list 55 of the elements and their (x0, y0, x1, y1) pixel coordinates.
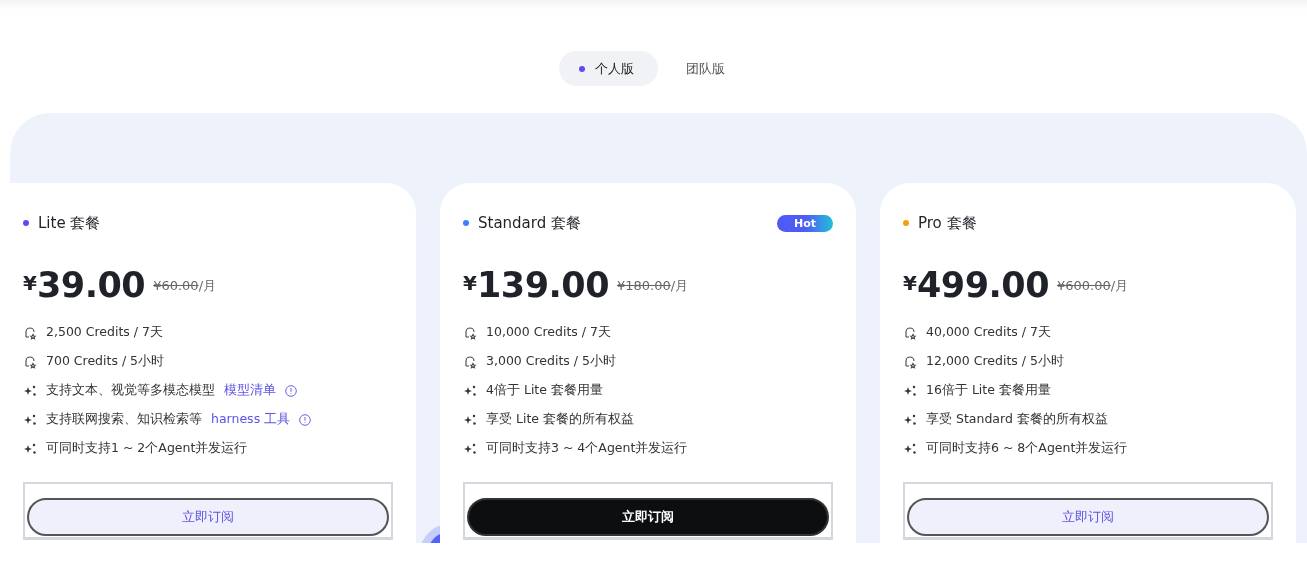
feature-text: 支持文本、视觉等多模态模型 (46, 382, 215, 399)
subscribe-button[interactable]: 立即订阅 (27, 498, 389, 536)
bell-icon (903, 354, 917, 369)
feature-text: 12,000 Credits / 5小时 (926, 353, 1064, 370)
sparkle-icon (463, 441, 477, 456)
price-period: /月 (198, 278, 217, 293)
currency-symbol: ¥ (23, 271, 37, 295)
plan-name: Standard 套餐 (478, 213, 581, 233)
subscribe-button[interactable]: 立即订阅 (907, 498, 1269, 536)
sparkle-icon (463, 383, 477, 398)
bell-icon (903, 325, 917, 340)
plan-name: Pro 套餐 (918, 213, 977, 233)
original-price: ¥60.00 (153, 278, 199, 293)
feature-text: 2,500 Credits / 7天 (46, 324, 163, 341)
hot-badge: Hot (776, 214, 833, 232)
original-price: ¥180.00 (617, 278, 671, 293)
plan-price: 139.00 (476, 265, 609, 305)
plan-name: Lite 套餐 (38, 213, 101, 233)
bell-icon (463, 354, 477, 369)
sparkle-icon (463, 412, 477, 427)
bell-icon (23, 325, 37, 340)
feature-text: 可同时支持6 ~ 8个Agent并发运行 (926, 440, 1128, 457)
sparkle-icon (23, 383, 37, 398)
price-period: /月 (670, 278, 689, 293)
feature-text: 4倍于 Lite 套餐用量 (486, 382, 603, 399)
feature-text: 16倍于 Lite 套餐用量 (926, 382, 1051, 399)
bell-icon (463, 325, 477, 340)
plan-price: 39.00 (36, 265, 146, 305)
sparkle-icon (903, 412, 917, 427)
feature-link[interactable]: 模型清单 (224, 382, 276, 399)
sparkle-icon (903, 441, 917, 456)
feature-text: 10,000 Credits / 7天 (486, 324, 611, 341)
subscribe-button[interactable]: 立即订阅 (467, 498, 829, 536)
currency-symbol: ¥ (463, 271, 477, 295)
sparkle-icon (23, 412, 37, 427)
feature-text: 享受 Lite 套餐的所有权益 (486, 411, 634, 428)
info-icon[interactable] (299, 413, 312, 426)
currency-symbol: ¥ (903, 271, 917, 295)
sparkle-icon (23, 441, 37, 456)
feature-text: 40,000 Credits / 7天 (926, 324, 1051, 341)
plan-price: 499.00 (916, 265, 1049, 305)
feature-text: 可同时支持3 ~ 4个Agent并发运行 (486, 440, 688, 457)
info-icon[interactable] (285, 384, 297, 397)
feature-text: 可同时支持1 ~ 2个Agent并发运行 (46, 440, 248, 457)
plan-tab[interactable]: 个人版 (558, 51, 658, 86)
sparkle-icon (903, 383, 917, 398)
plan-tab[interactable]: 团队版 (665, 51, 749, 86)
feature-text: 支持联网搜索、知识检索等 (46, 411, 202, 428)
original-price: ¥600.00 (1057, 278, 1111, 293)
price-period: /月 (1110, 278, 1129, 293)
feature-text: 享受 Standard 套餐的所有权益 (926, 411, 1108, 428)
feature-text: 3,000 Credits / 5小时 (486, 353, 616, 370)
feature-text: 700 Credits / 5小时 (46, 353, 165, 370)
bell-icon (23, 354, 37, 369)
feature-link[interactable]: harness 工具 (211, 411, 291, 428)
